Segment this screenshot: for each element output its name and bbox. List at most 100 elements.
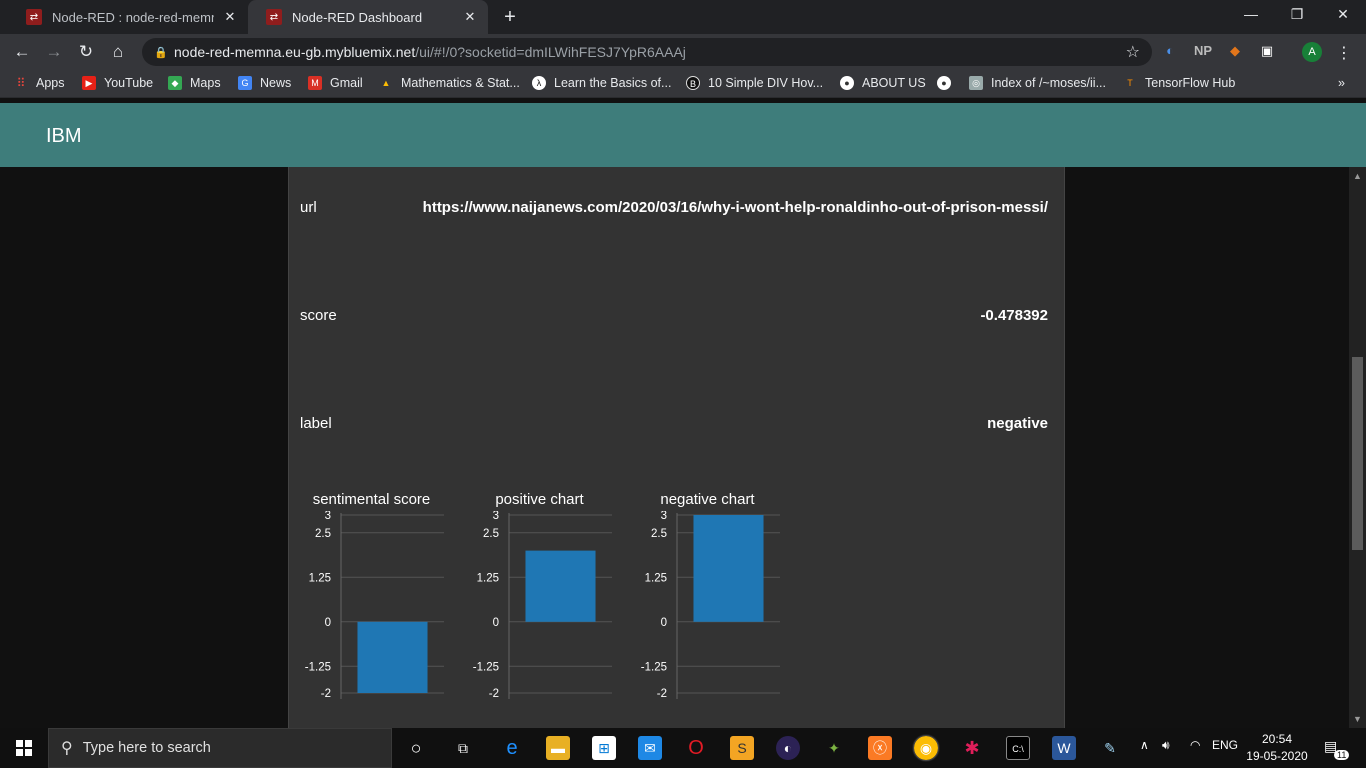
bookmark-mathematics[interactable]: ▲ Mathematics & Stat... <box>379 76 520 90</box>
y-tick-label: 3 <box>493 511 499 522</box>
profile-avatar[interactable]: A <box>1302 42 1322 62</box>
home-icon[interactable]: ⌂ <box>106 41 130 63</box>
bookmark-news[interactable]: G News <box>238 76 291 90</box>
np-extension-icon[interactable]: NP <box>1192 43 1214 61</box>
dashboard-content: url https://www.naijanews.com/2020/03/16… <box>0 167 1366 728</box>
bookmark-maps[interactable]: ◆ Maps <box>168 76 221 90</box>
extension-icon[interactable]: ◐ <box>1162 43 1178 61</box>
system-clock[interactable]: 20:54 19-05-2020 <box>1244 731 1310 765</box>
y-tick-label: 0 <box>493 617 499 629</box>
bookmark-about-us[interactable]: ● ABOUT US <box>840 76 926 90</box>
windows-taskbar: ⚲ Type here to search ○ ⧉ e ▬ ⊞ ✉ O S ◐ … <box>0 728 1366 768</box>
tab-node-red-dashboard[interactable]: ⇄ Node-RED Dashboard ✕ <box>248 0 488 34</box>
positive-chart: positive chart 3 2.5 1.25 0 -1.25 -2 <box>457 491 622 728</box>
eclipse-icon[interactable]: ◐ <box>776 736 800 760</box>
url-row: url https://www.naijanews.com/2020/03/16… <box>300 199 1048 223</box>
address-bar[interactable]: 🔒 node-red-memna.eu-gb.mybluemix.net/ui/… <box>142 38 1152 66</box>
url-label: url <box>300 199 317 216</box>
close-icon[interactable]: ✕ <box>222 9 238 25</box>
y-tick-label: 3 <box>661 511 667 522</box>
show-hidden-icons-icon[interactable]: ∧ <box>1140 738 1149 752</box>
clock-date: 19-05-2020 <box>1246 749 1308 763</box>
file-explorer-icon[interactable]: ▬ <box>546 736 570 760</box>
y-tick-label: -1.25 <box>641 661 667 673</box>
tab-node-red-editor[interactable]: ⇄ Node-RED : node-red-memna.eu ✕ <box>8 0 248 34</box>
search-placeholder: Type here to search <box>82 740 211 756</box>
chart-title: negative chart <box>660 491 755 508</box>
bookmark-gmail[interactable]: M Gmail <box>308 76 363 90</box>
browser-toolbar: ← → ↻ ⌂ 🔒 node-red-memna.eu-gb.mybluemix… <box>0 34 1366 70</box>
bookmark-tensorflow[interactable]: T TensorFlow Hub <box>1123 76 1235 90</box>
metamask-icon[interactable]: ◆ <box>1226 43 1244 61</box>
taskbar-search[interactable]: ⚲ Type here to search <box>48 728 392 768</box>
b-icon: B <box>686 76 700 90</box>
store-icon[interactable]: ⊞ <box>592 736 616 760</box>
y-tick-label: -2 <box>657 688 667 700</box>
notepad-icon[interactable]: ✎ <box>1098 736 1122 760</box>
mail-icon[interactable]: ✉ <box>638 736 662 760</box>
bookmark-label: Index of /~moses/ii... <box>991 76 1106 90</box>
bookmark-div-hover[interactable]: B 10 Simple DIV Hov... <box>686 76 823 90</box>
codecademy-icon: λ <box>532 76 546 90</box>
bookmark-label: 10 Simple DIV Hov... <box>708 76 824 90</box>
start-button[interactable] <box>0 728 48 768</box>
scroll-down-icon[interactable]: ▼ <box>1349 712 1366 726</box>
bookmark-label: News <box>260 76 292 90</box>
window-close-button[interactable]: ✕ <box>1320 6 1366 23</box>
bookmark-globe[interactable]: ● <box>937 76 959 90</box>
apps-grid-icon: ⠿ <box>16 76 26 90</box>
y-tick-label: -1.25 <box>305 661 331 673</box>
youtube-icon: ▶ <box>82 76 96 90</box>
drive-icon: ▲ <box>381 78 391 88</box>
search-icon: ⚲ <box>61 740 73 757</box>
y-tick-label: 1.25 <box>309 572 331 584</box>
xampp-icon[interactable]: ⓧ <box>868 736 892 760</box>
new-tab-button[interactable]: + <box>498 6 522 29</box>
minimize-button[interactable]: — <box>1228 6 1274 22</box>
screen-extension-icon[interactable]: ▣ <box>1258 43 1276 61</box>
chrome-icon[interactable]: ◉ <box>913 735 939 761</box>
opera-icon[interactable]: O <box>684 736 708 760</box>
slack-icon[interactable]: ✱ <box>960 736 984 760</box>
y-tick-label: -2 <box>321 688 331 700</box>
scroll-up-icon[interactable]: ▲ <box>1349 169 1366 183</box>
page-scrollbar[interactable]: ▲ ▼ <box>1349 167 1366 728</box>
terminal-icon[interactable]: C:\ <box>1006 736 1030 760</box>
task-view-icon[interactable]: ⧉ <box>451 736 475 760</box>
label-row: label negative <box>300 415 1048 439</box>
bookmark-learn-basics[interactable]: λ Learn the Basics of... <box>532 76 671 90</box>
site-icon: ◎ <box>969 76 983 90</box>
label-value: negative <box>987 415 1048 432</box>
back-icon[interactable]: ← <box>10 41 34 63</box>
sublime-icon[interactable]: S <box>730 736 754 760</box>
y-tick-label: 2.5 <box>651 528 667 540</box>
volume-icon[interactable]: 🔊︎ <box>1162 738 1170 753</box>
word-icon[interactable]: W <box>1052 736 1076 760</box>
bookmarks-overflow-icon[interactable]: » <box>1338 76 1345 90</box>
chart-svg: 3 2.5 1.25 0 -1.25 -2 <box>305 511 444 700</box>
wifi-icon[interactable]: ◠ <box>1190 738 1200 752</box>
bookmark-apps[interactable]: ⠿ Apps <box>14 76 65 90</box>
forward-icon[interactable]: → <box>42 41 66 63</box>
language-indicator[interactable]: ENG <box>1212 738 1238 752</box>
gmail-icon: M <box>308 76 322 90</box>
menu-kebab-icon[interactable]: ⋮ <box>1336 43 1352 62</box>
y-tick-label: 1.25 <box>645 572 667 584</box>
cortana-icon[interactable]: ○ <box>404 736 428 760</box>
y-tick-label: 2.5 <box>483 528 499 540</box>
close-icon[interactable]: ✕ <box>462 9 478 25</box>
edge-icon[interactable]: e <box>500 736 524 760</box>
bookmark-index-of[interactable]: ◎ Index of /~moses/ii... <box>969 76 1106 90</box>
scroll-thumb[interactable] <box>1352 357 1363 550</box>
bookmark-label: Apps <box>36 76 65 90</box>
score-row: score -0.478392 <box>300 307 1048 331</box>
bookmark-star-icon[interactable]: ☆ <box>1126 42 1140 62</box>
maximize-button[interactable]: ❐ <box>1274 6 1320 23</box>
bookmark-label: TensorFlow Hub <box>1145 76 1236 90</box>
reload-icon[interactable]: ↻ <box>74 41 98 63</box>
bookmark-youtube[interactable]: ▶ YouTube <box>82 76 153 90</box>
news-icon: G <box>238 76 252 90</box>
score-label: score <box>300 307 337 324</box>
y-tick-label: 2.5 <box>315 528 331 540</box>
android-studio-icon[interactable]: ✦ <box>822 736 846 760</box>
